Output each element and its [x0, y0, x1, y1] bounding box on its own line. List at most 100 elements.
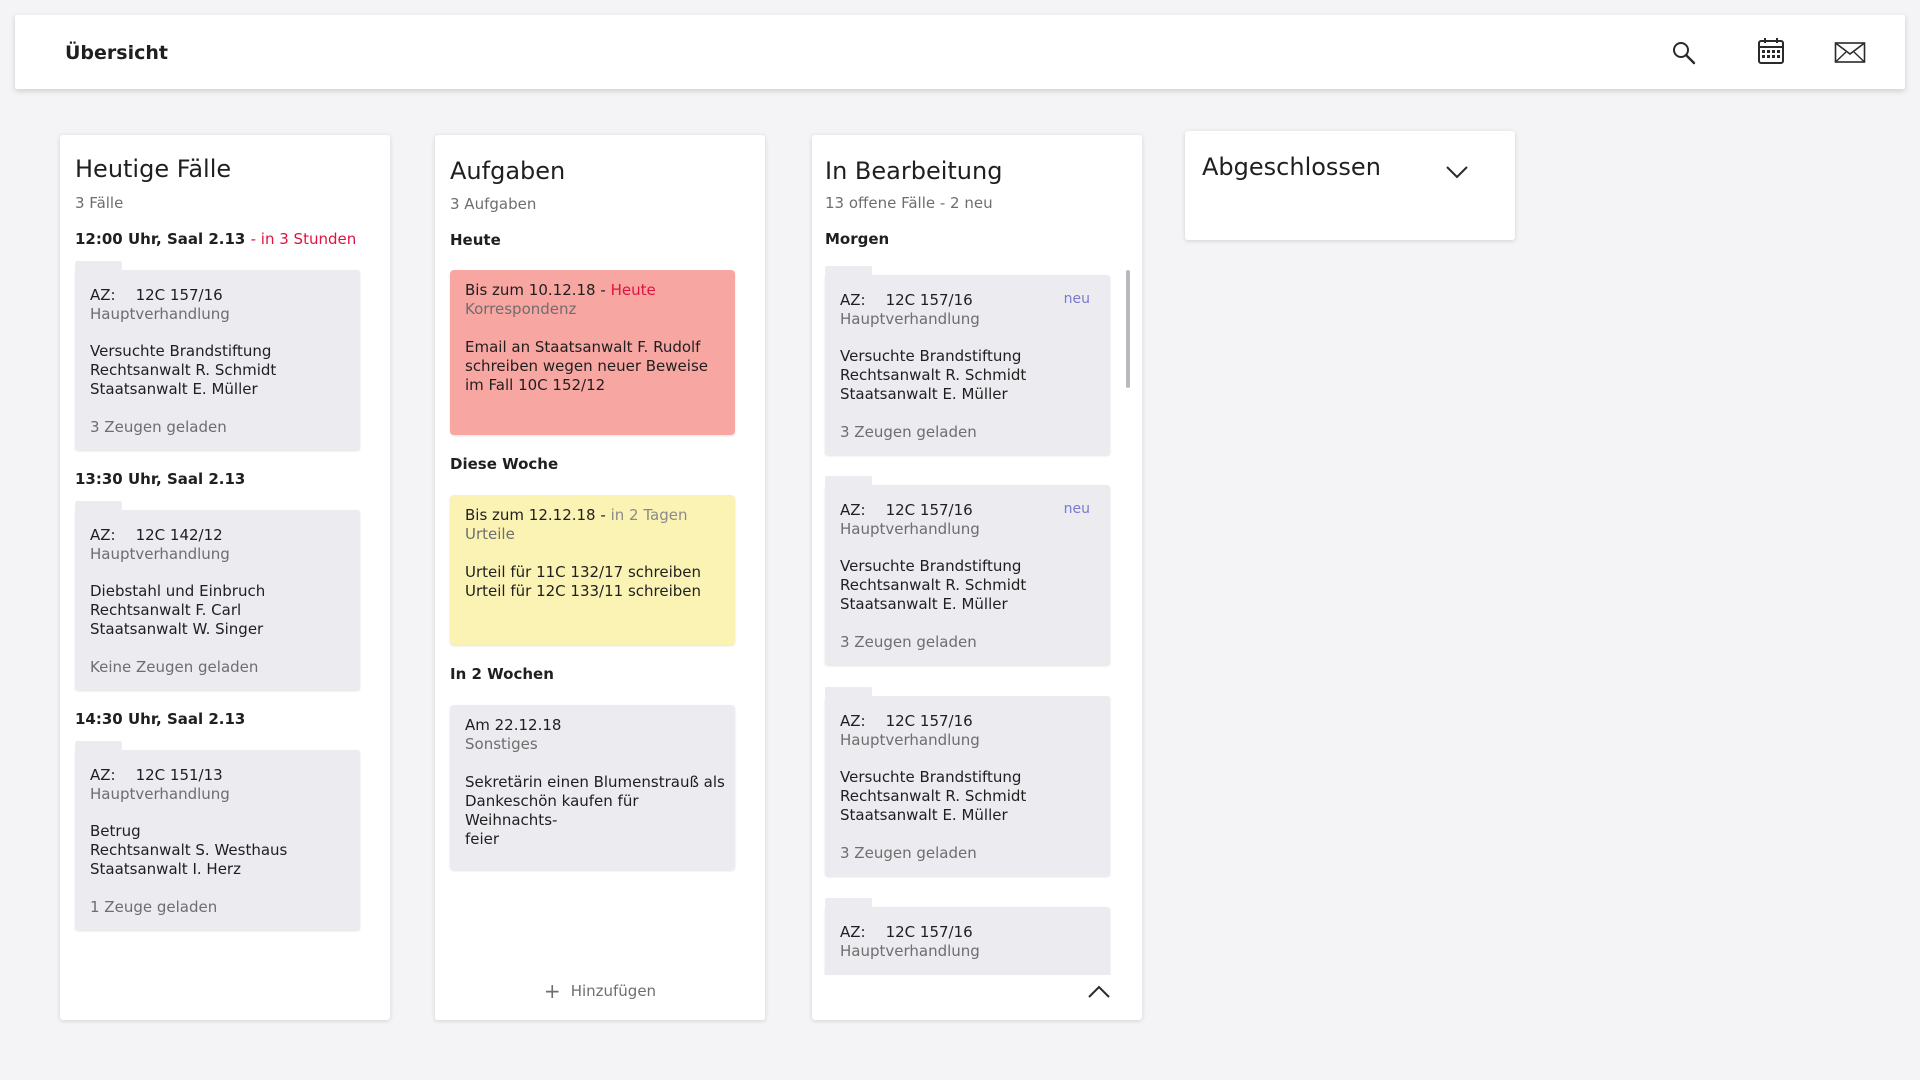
task-card[interactable]: Bis zum 10.12.18 - Heute Korrespondenz E…	[450, 270, 735, 435]
task-body: Sekretärin einen Blumenstrauß als Dankes…	[465, 773, 730, 849]
task-due: Bis zum 12.12.18 - in 2 Tagen	[465, 506, 687, 524]
case-type: Hauptverhandlung	[840, 520, 980, 538]
case-witnesses: 3 Zeugen geladen	[90, 418, 227, 436]
case-prosecutor: Staatsanwalt E. Müller	[840, 806, 1008, 824]
completed-column[interactable]: Abgeschlossen	[1185, 131, 1515, 240]
task-line: Dankeschön kaufen für Weihnachts-	[465, 792, 639, 829]
plus-icon: +	[543, 979, 561, 1003]
case-offense: Versuchte Brandstiftung	[90, 342, 272, 360]
case-lawyer: Rechtsanwalt R. Schmidt	[840, 787, 1027, 805]
case-type: Hauptverhandlung	[90, 545, 230, 563]
case-card[interactable]: AZ: 12C 157/16 neu Hauptverhandlung Versu…	[825, 476, 1110, 665]
task-group-label: In 2 Wochen	[450, 665, 554, 683]
mail-button[interactable]	[1832, 35, 1868, 71]
az-number: 12C 157/16	[885, 501, 973, 519]
tasks-column: Aufgaben 3 Aufgaben Heute Bis zum 10.12.…	[435, 135, 765, 1020]
case-az: AZ: 12C 157/16	[90, 286, 223, 304]
case-witnesses: 3 Zeugen geladen	[840, 423, 977, 441]
task-group-label: Heute	[450, 231, 501, 249]
add-task-label: Hinzufügen	[570, 982, 657, 1000]
case-card[interactable]: AZ: 12C 142/12 Hauptverhandlung Diebstahl…	[75, 501, 360, 690]
column-subtitle: 3 Aufgaben	[450, 195, 537, 213]
case-card[interactable]: AZ: 12C 151/13 Hauptverhandlung Betrug Re…	[75, 741, 360, 930]
case-prosecutor: Staatsanwalt E. Müller	[90, 380, 258, 398]
az-number: 12C 157/16	[885, 291, 973, 309]
case-prosecutor: Staatsanwalt E. Müller	[840, 595, 1008, 613]
case-card[interactable]: AZ: 12C 157/16 Hauptverhandlung Versuchte…	[825, 687, 1110, 876]
case-az: AZ: 12C 157/16	[840, 712, 973, 730]
task-body: Email an Staatsanwalt F. Rudolf schreibe…	[465, 338, 730, 395]
chevron-up-icon	[1088, 985, 1110, 998]
az-number: 12C 157/16	[885, 923, 973, 941]
case-details: Betrug Rechtsanwalt S. Westhaus Staatsan…	[90, 822, 287, 879]
card-tab	[825, 898, 872, 908]
case-prosecutor: Staatsanwalt I. Herz	[90, 860, 241, 878]
in-progress-column: In Bearbeitung 13 offene Fälle - 2 neu M…	[812, 135, 1142, 1020]
collapse-button[interactable]	[1087, 983, 1111, 1003]
add-task-button[interactable]: + Hinzufügen	[435, 979, 765, 1003]
task-card[interactable]: Am 22.12.18 Sonstiges Sekretärin einen B…	[450, 705, 735, 870]
az-label: AZ:	[90, 526, 116, 544]
task-category: Sonstiges	[465, 735, 538, 753]
top-bar: Übersicht	[15, 15, 1905, 89]
az-label: AZ:	[840, 291, 866, 309]
case-offense: Versuchte Brandstiftung	[840, 768, 1022, 786]
az-label: AZ:	[840, 712, 866, 730]
new-badge: neu	[1063, 291, 1090, 307]
case-offense: Versuchte Brandstiftung	[840, 347, 1022, 365]
today-cases-column: Heutige Fälle 3 Fälle 12:00 Uhr, Saal 2.…	[60, 135, 390, 1020]
expand-button[interactable]	[1445, 164, 1469, 182]
task-line: Urteil für 12C 133/11 schreiben	[465, 582, 702, 600]
card-tab	[825, 476, 872, 486]
column-title: In Bearbeitung	[825, 157, 1003, 185]
case-type: Hauptverhandlung	[840, 310, 980, 328]
case-details: Versuchte Brandstiftung Rechtsanwalt R. …	[840, 347, 1026, 404]
case-card[interactable]: AZ: 12C 157/16 Hauptverhandlung	[825, 898, 1110, 975]
case-lawyer: Rechtsanwalt R. Schmidt	[90, 361, 277, 379]
case-az: AZ: 12C 157/16	[840, 501, 973, 519]
case-type: Hauptverhandlung	[840, 731, 980, 749]
card-tab	[825, 266, 872, 276]
task-due-date: Am 22.12.18	[465, 716, 562, 734]
case-lawyer: Rechtsanwalt F. Carl	[90, 601, 242, 619]
task-line: feier	[465, 830, 500, 848]
az-number: 12C 151/13	[135, 766, 223, 784]
case-card[interactable]: AZ: 12C 157/16 Hauptverhandlung Versuchte…	[75, 261, 360, 450]
case-az: AZ: 12C 157/16	[840, 923, 973, 941]
calendar-icon	[1758, 38, 1784, 64]
case-card[interactable]: AZ: 12C 157/16 neu Hauptverhandlung Versu…	[825, 266, 1110, 455]
case-offense: Versuchte Brandstiftung	[840, 557, 1022, 575]
case-witnesses: 3 Zeugen geladen	[840, 844, 977, 862]
task-line: Urteil für 11C 132/17 schreiben	[465, 563, 702, 581]
search-button[interactable]	[1666, 35, 1702, 71]
scrollbar-thumb[interactable]	[1126, 270, 1130, 388]
task-group-label: Diese Woche	[450, 455, 559, 473]
slot-time: 14:30 Uhr, Saal 2.13	[75, 710, 245, 728]
case-details: Versuchte Brandstiftung Rechtsanwalt R. …	[840, 768, 1026, 825]
case-witnesses: Keine Zeugen geladen	[90, 658, 259, 676]
slot-time: 12:00 Uhr, Saal 2.13 - in 3 Stunden	[75, 230, 356, 248]
case-witnesses: 1 Zeuge geladen	[90, 898, 218, 916]
task-due-date: Bis zum 12.12.18 -	[465, 506, 606, 524]
case-details: Versuchte Brandstiftung Rechtsanwalt R. …	[840, 557, 1026, 614]
case-az: AZ: 12C 151/13	[90, 766, 223, 784]
case-details: Diebstahl und Einbruch Rechtsanwalt F. C…	[90, 582, 265, 639]
new-badge: neu	[1063, 501, 1090, 517]
az-label: AZ:	[90, 766, 116, 784]
task-category: Urteile	[465, 525, 515, 543]
task-line: schreiben wegen neuer Beweise	[465, 357, 708, 375]
az-label: AZ:	[840, 923, 866, 941]
case-type: Hauptverhandlung	[840, 942, 980, 960]
column-subtitle: 3 Fälle	[75, 194, 124, 212]
chevron-down-icon	[1446, 166, 1468, 179]
page-title: Übersicht	[65, 42, 168, 64]
mail-icon	[1834, 42, 1866, 63]
calendar-button[interactable]	[1753, 33, 1789, 69]
case-lawyer: Rechtsanwalt S. Westhaus	[90, 841, 288, 859]
task-card[interactable]: Bis zum 12.12.18 - in 2 Tagen Urteile Ur…	[450, 495, 735, 645]
card-tab	[75, 501, 122, 511]
in-progress-list[interactable]: AZ: 12C 157/16 neu Hauptverhandlung Versu…	[812, 263, 1142, 975]
search-icon	[1673, 42, 1696, 65]
task-due-date: Bis zum 10.12.18 -	[465, 281, 606, 299]
column-title: Heutige Fälle	[75, 155, 232, 183]
